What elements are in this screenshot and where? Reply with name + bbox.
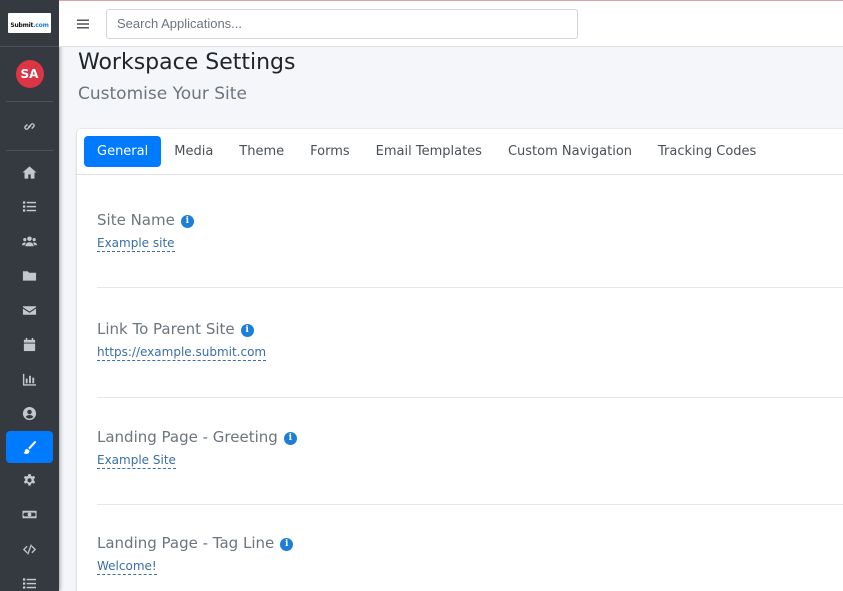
- site-name-value[interactable]: Example site: [97, 236, 175, 252]
- sidebar-item-mail[interactable]: [0, 293, 59, 328]
- menu-toggle-button[interactable]: [59, 1, 106, 47]
- tab-tracking-codes[interactable]: Tracking Codes: [645, 136, 769, 167]
- field-label: Link To Parent Site: [97, 320, 235, 338]
- brand-logo-text: Submit: [10, 22, 34, 29]
- page-title: Workspace Settings: [78, 50, 296, 75]
- field-divider: [97, 287, 843, 288]
- tab-theme[interactable]: Theme: [226, 136, 297, 167]
- settings-card: General Media Theme Forms Email Template…: [77, 129, 843, 591]
- page-subtitle: Customise Your Site: [78, 84, 247, 104]
- brand-logo-suffix: .com: [33, 22, 49, 29]
- sidebar: Submit.com SA: [0, 0, 59, 591]
- search-input[interactable]: [106, 8, 578, 39]
- tab-media[interactable]: Media: [161, 136, 226, 167]
- tab-email-templates[interactable]: Email Templates: [363, 136, 495, 167]
- tab-general[interactable]: General: [84, 136, 162, 167]
- list-icon: [22, 578, 37, 589]
- tag-line-value[interactable]: Welcome!: [97, 559, 157, 575]
- info-icon[interactable]: i: [283, 431, 297, 445]
- sidebar-item-billing[interactable]: [0, 498, 59, 533]
- field-divider: [97, 504, 843, 505]
- field-greeting: Landing Page - Greeting i Example Site: [97, 428, 843, 469]
- envelope-icon: [22, 306, 37, 315]
- top-navbar: [59, 0, 843, 47]
- info-icon[interactable]: i: [280, 537, 294, 551]
- sidebar-item-list-2[interactable]: [0, 567, 59, 591]
- calendar-icon: [23, 338, 36, 352]
- field-parent-site: Link To Parent Site i https://example.sub…: [97, 320, 843, 361]
- sidebar-item-home[interactable]: [0, 155, 59, 190]
- field-divider: [97, 397, 843, 398]
- sidebar-item-developer[interactable]: [0, 532, 59, 567]
- field-label: Landing Page - Greeting: [97, 428, 278, 446]
- sidebar-item-list[interactable]: [0, 190, 59, 225]
- sidebar-item-account[interactable]: [0, 397, 59, 432]
- chart-icon: [22, 373, 37, 386]
- settings-tabs: General Media Theme Forms Email Template…: [77, 129, 843, 175]
- info-icon[interactable]: i: [240, 323, 254, 337]
- sidebar-item-customise[interactable]: [6, 431, 53, 463]
- code-icon: [22, 544, 37, 555]
- sidebar-item-folders[interactable]: [0, 259, 59, 294]
- hamburger-icon: [76, 19, 89, 28]
- user-circle-icon: [22, 407, 37, 421]
- paint-brush-icon: [23, 440, 36, 454]
- tab-forms[interactable]: Forms: [297, 136, 363, 167]
- brand-logo[interactable]: Submit.com: [0, 0, 59, 47]
- parent-site-value[interactable]: https://example.submit.com: [97, 345, 267, 361]
- money-icon: [22, 511, 37, 519]
- field-label: Site Name: [97, 211, 175, 229]
- sidebar-item-calendar[interactable]: [0, 328, 59, 363]
- greeting-value[interactable]: Example Site: [97, 453, 176, 469]
- sidebar-item-users[interactable]: [0, 224, 59, 259]
- sidebar-item-settings[interactable]: [0, 463, 59, 498]
- gear-icon: [23, 473, 36, 486]
- sidebar-item-reports[interactable]: [0, 362, 59, 397]
- list-icon: [22, 201, 37, 212]
- avatar[interactable]: SA: [15, 60, 44, 88]
- info-icon[interactable]: i: [180, 214, 194, 228]
- field-label: Landing Page - Tag Line: [97, 534, 275, 552]
- sidebar-item-links[interactable]: [0, 102, 59, 150]
- home-icon: [22, 166, 37, 179]
- field-site-name: Site Name i Example site: [97, 211, 843, 252]
- folder-icon: [22, 271, 37, 281]
- link-icon: [24, 122, 35, 130]
- tab-custom-navigation[interactable]: Custom Navigation: [495, 136, 645, 167]
- users-icon: [22, 236, 37, 246]
- field-tag-line: Landing Page - Tag Line i Welcome!: [97, 534, 843, 575]
